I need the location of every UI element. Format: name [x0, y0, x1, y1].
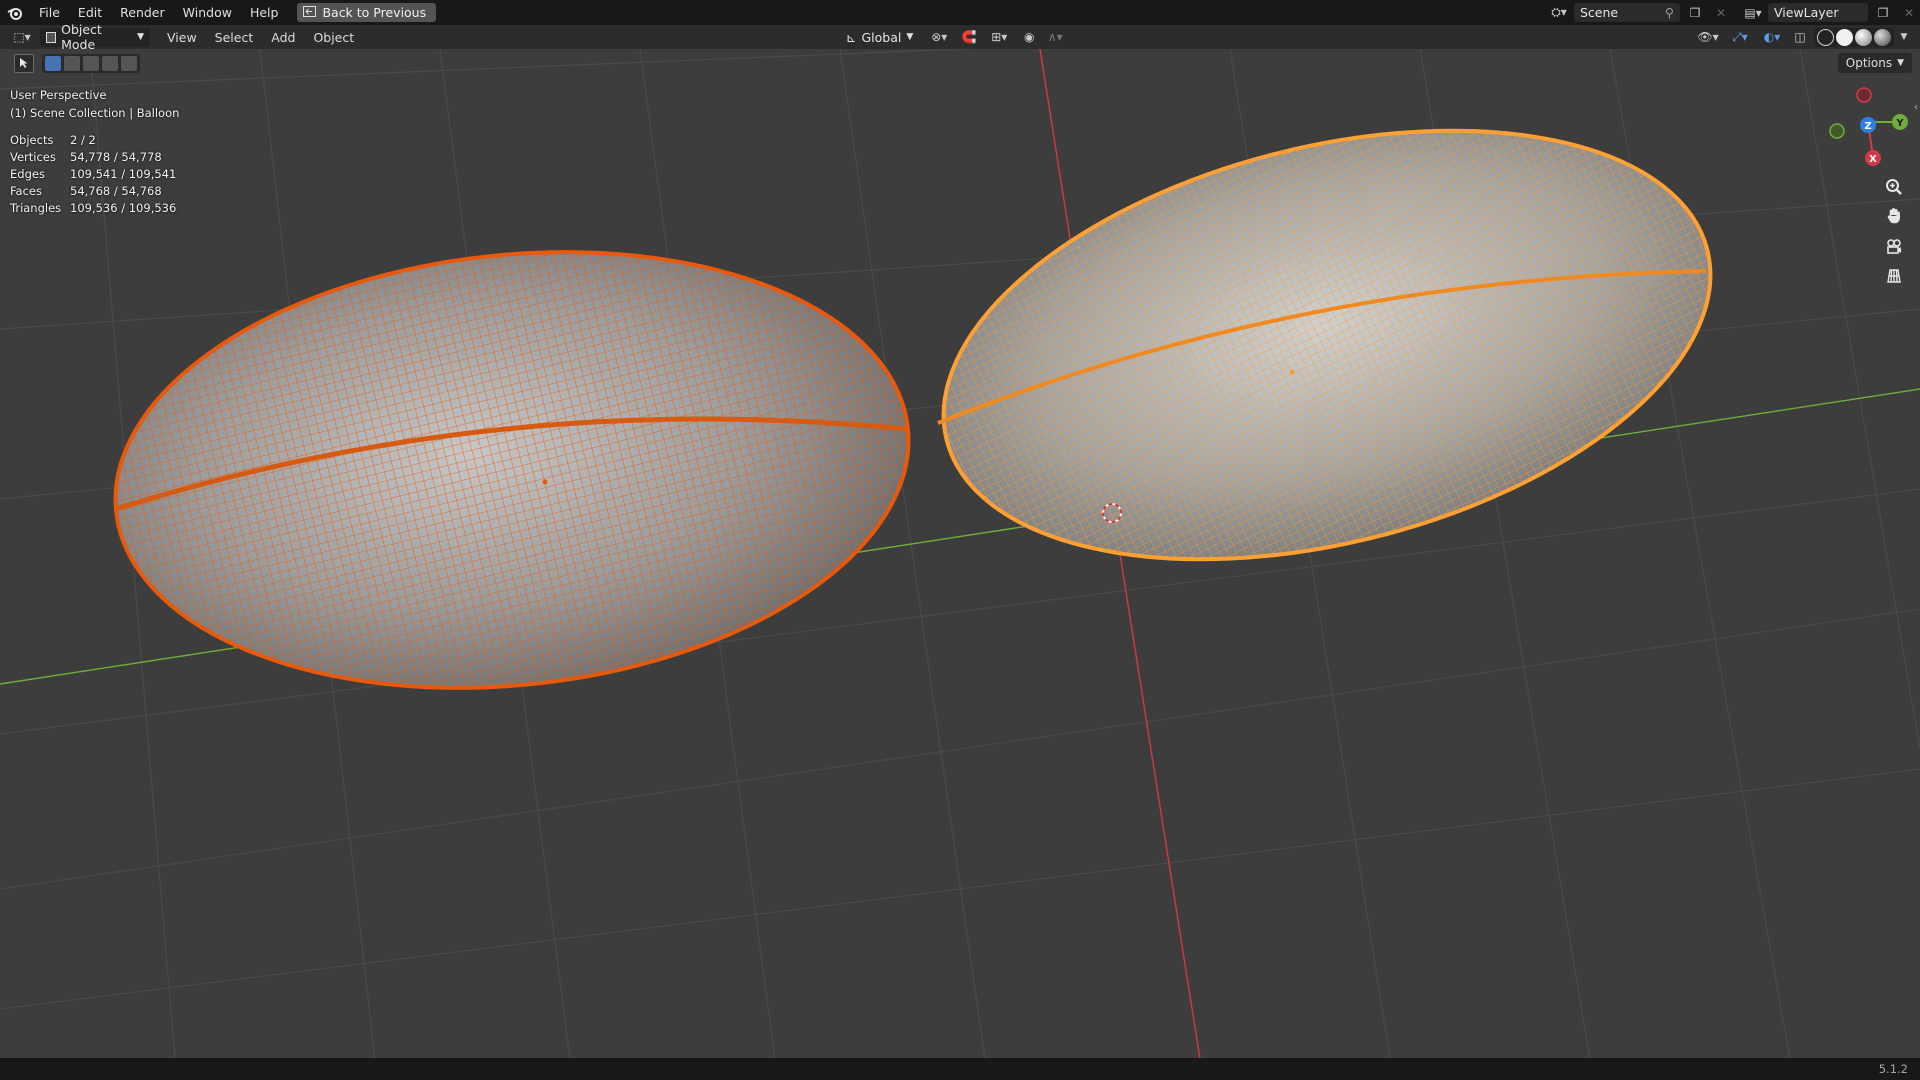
scene-statistics: Objects 2 / 2 Vertices 54,778 / 54,778 Edg…	[10, 132, 179, 217]
screen-back-icon	[303, 5, 317, 20]
pan-hand-icon[interactable]	[1881, 203, 1907, 229]
back-to-previous-label: Back to Previous	[322, 5, 427, 20]
object-mode-icon	[46, 31, 57, 43]
pin-icon[interactable]: ⚲	[1665, 5, 1674, 20]
scene-name: Scene	[1580, 5, 1619, 20]
new-scene-icon[interactable]: ❐	[1684, 3, 1706, 22]
collection-label: (1) Scene Collection | Balloon	[10, 106, 180, 120]
menu-help[interactable]: Help	[241, 0, 288, 25]
wireframe-shading-icon[interactable]	[1817, 28, 1834, 46]
select-extend-icon[interactable]	[64, 55, 80, 71]
mode-label: Object Mode	[61, 22, 102, 52]
material-shading-icon[interactable]	[1855, 28, 1872, 46]
select-intersect-icon[interactable]	[121, 55, 137, 71]
visibility-icon[interactable]: 👁▾	[1694, 28, 1722, 47]
proportional-editing-icon[interactable]: ◉	[1019, 28, 1039, 47]
navigation-gizmo[interactable]: Z Y X	[1829, 87, 1908, 166]
menu-add[interactable]: Add	[262, 30, 304, 45]
menu-object[interactable]: Object	[304, 30, 363, 45]
view-layer-name: ViewLayer	[1774, 5, 1839, 20]
blender-logo-icon[interactable]	[0, 0, 30, 25]
snap-toggle-icon[interactable]: 🧲	[959, 28, 979, 47]
options-label: Options	[1845, 56, 1893, 70]
back-to-previous-button[interactable]: Back to Previous	[297, 3, 437, 22]
3d-viewport[interactable]: Z Y X	[0, 49, 1920, 1059]
select-new-icon[interactable]	[45, 55, 61, 71]
editor-type-icon[interactable]: ⬚▾	[8, 28, 36, 47]
perspective-label: User Perspective	[10, 88, 107, 102]
svg-text:X: X	[1869, 154, 1877, 165]
scene-selector-icon[interactable]: ⛭▾	[1548, 3, 1570, 22]
stat-label: Objects	[10, 133, 54, 147]
svg-text:Y: Y	[1895, 118, 1904, 129]
orthographic-toggle-icon[interactable]	[1881, 263, 1907, 289]
tool-settings-row	[14, 53, 140, 73]
shading-mode-group	[1814, 27, 1894, 47]
view-layer-field[interactable]: ViewLayer	[1768, 3, 1868, 22]
select-invert-icon[interactable]	[102, 55, 118, 71]
viewport-header: ⬚▾ Object Mode ▼ View Select Add Object …	[0, 22, 1920, 52]
viewport-text-overlay: User Perspective (1) Scene Collection | …	[10, 86, 179, 217]
stat-label: Edges	[10, 167, 45, 181]
new-view-layer-icon[interactable]: ❐	[1872, 3, 1894, 22]
stat-row: Triangles 109,536 / 109,536	[10, 200, 179, 217]
chevron-down-icon: ▼	[137, 32, 144, 42]
transform-orientation-dropdown[interactable]: ⊾ Global ▼	[840, 28, 919, 47]
zoom-icon[interactable]	[1881, 174, 1907, 200]
menu-view[interactable]: View	[158, 30, 206, 45]
view-layer-selector-icon[interactable]: ▤▾	[1742, 3, 1764, 22]
stat-row: Objects 2 / 2	[10, 132, 179, 149]
gizmo-neg-x	[1856, 87, 1872, 103]
select-tool-icon[interactable]	[14, 53, 34, 73]
orientation-icon: ⊾	[846, 29, 857, 45]
sidebar-toggle-chevron-icon[interactable]: ‹	[1914, 102, 1918, 113]
options-dropdown[interactable]: Options ▼	[1837, 53, 1912, 73]
delete-view-layer-icon[interactable]: ✕	[1898, 3, 1920, 22]
stat-row: Vertices 54,778 / 54,778	[10, 149, 179, 166]
orientation-label: Global	[861, 29, 902, 45]
menu-select[interactable]: Select	[206, 30, 263, 45]
delete-scene-icon[interactable]: ✕	[1710, 3, 1732, 22]
top-menu-bar: File Edit Render Window Help Back to Pre…	[0, 0, 1920, 25]
falloff-icon[interactable]: ∧▾	[1045, 28, 1065, 47]
stat-value: 54,778 / 54,778	[70, 150, 162, 164]
stat-row: Edges 109,541 / 109,541	[10, 166, 179, 183]
overlays-icon[interactable]: ◐▾	[1758, 28, 1786, 47]
stat-label: Faces	[10, 184, 42, 198]
balloon-left-object[interactable]	[94, 215, 931, 726]
mode-dropdown[interactable]: Object Mode ▼	[40, 22, 150, 52]
stat-value: 2 / 2	[70, 133, 96, 147]
stat-label: Triangles	[10, 201, 62, 215]
chevron-down-icon: ▼	[1897, 58, 1904, 68]
version-label: 5.1.2	[1878, 1062, 1908, 1076]
chevron-down-icon: ▼	[906, 32, 914, 42]
stat-value: 109,541 / 109,541	[70, 167, 177, 181]
stat-label: Vertices	[10, 150, 56, 164]
xray-icon[interactable]: ◫	[1790, 28, 1810, 47]
status-bar: 5.1.2	[0, 1058, 1920, 1080]
select-subtract-icon[interactable]	[83, 55, 99, 71]
gizmo-neg-y	[1829, 123, 1845, 139]
snap-target-icon[interactable]: ⊞▾	[985, 28, 1013, 47]
selection-mode-group	[42, 53, 140, 73]
solid-shading-icon[interactable]	[1836, 28, 1853, 46]
scene-name-field[interactable]: Scene ⚲	[1574, 3, 1680, 22]
shading-options-chevron-icon[interactable]: ▼	[1898, 28, 1910, 47]
pivot-point-icon[interactable]: ⊗▾	[925, 28, 953, 47]
camera-view-icon[interactable]	[1881, 233, 1907, 259]
stat-value: 54,768 / 54,768	[70, 184, 162, 198]
gizmo-toggle-icon[interactable]: ⤢▾	[1726, 28, 1754, 47]
stat-row: Faces 54,768 / 54,768	[10, 183, 179, 200]
rendered-shading-icon[interactable]	[1874, 28, 1891, 46]
stat-value: 109,536 / 109,536	[70, 201, 177, 215]
svg-text:Z: Z	[1864, 121, 1871, 132]
menu-window[interactable]: Window	[174, 0, 241, 25]
